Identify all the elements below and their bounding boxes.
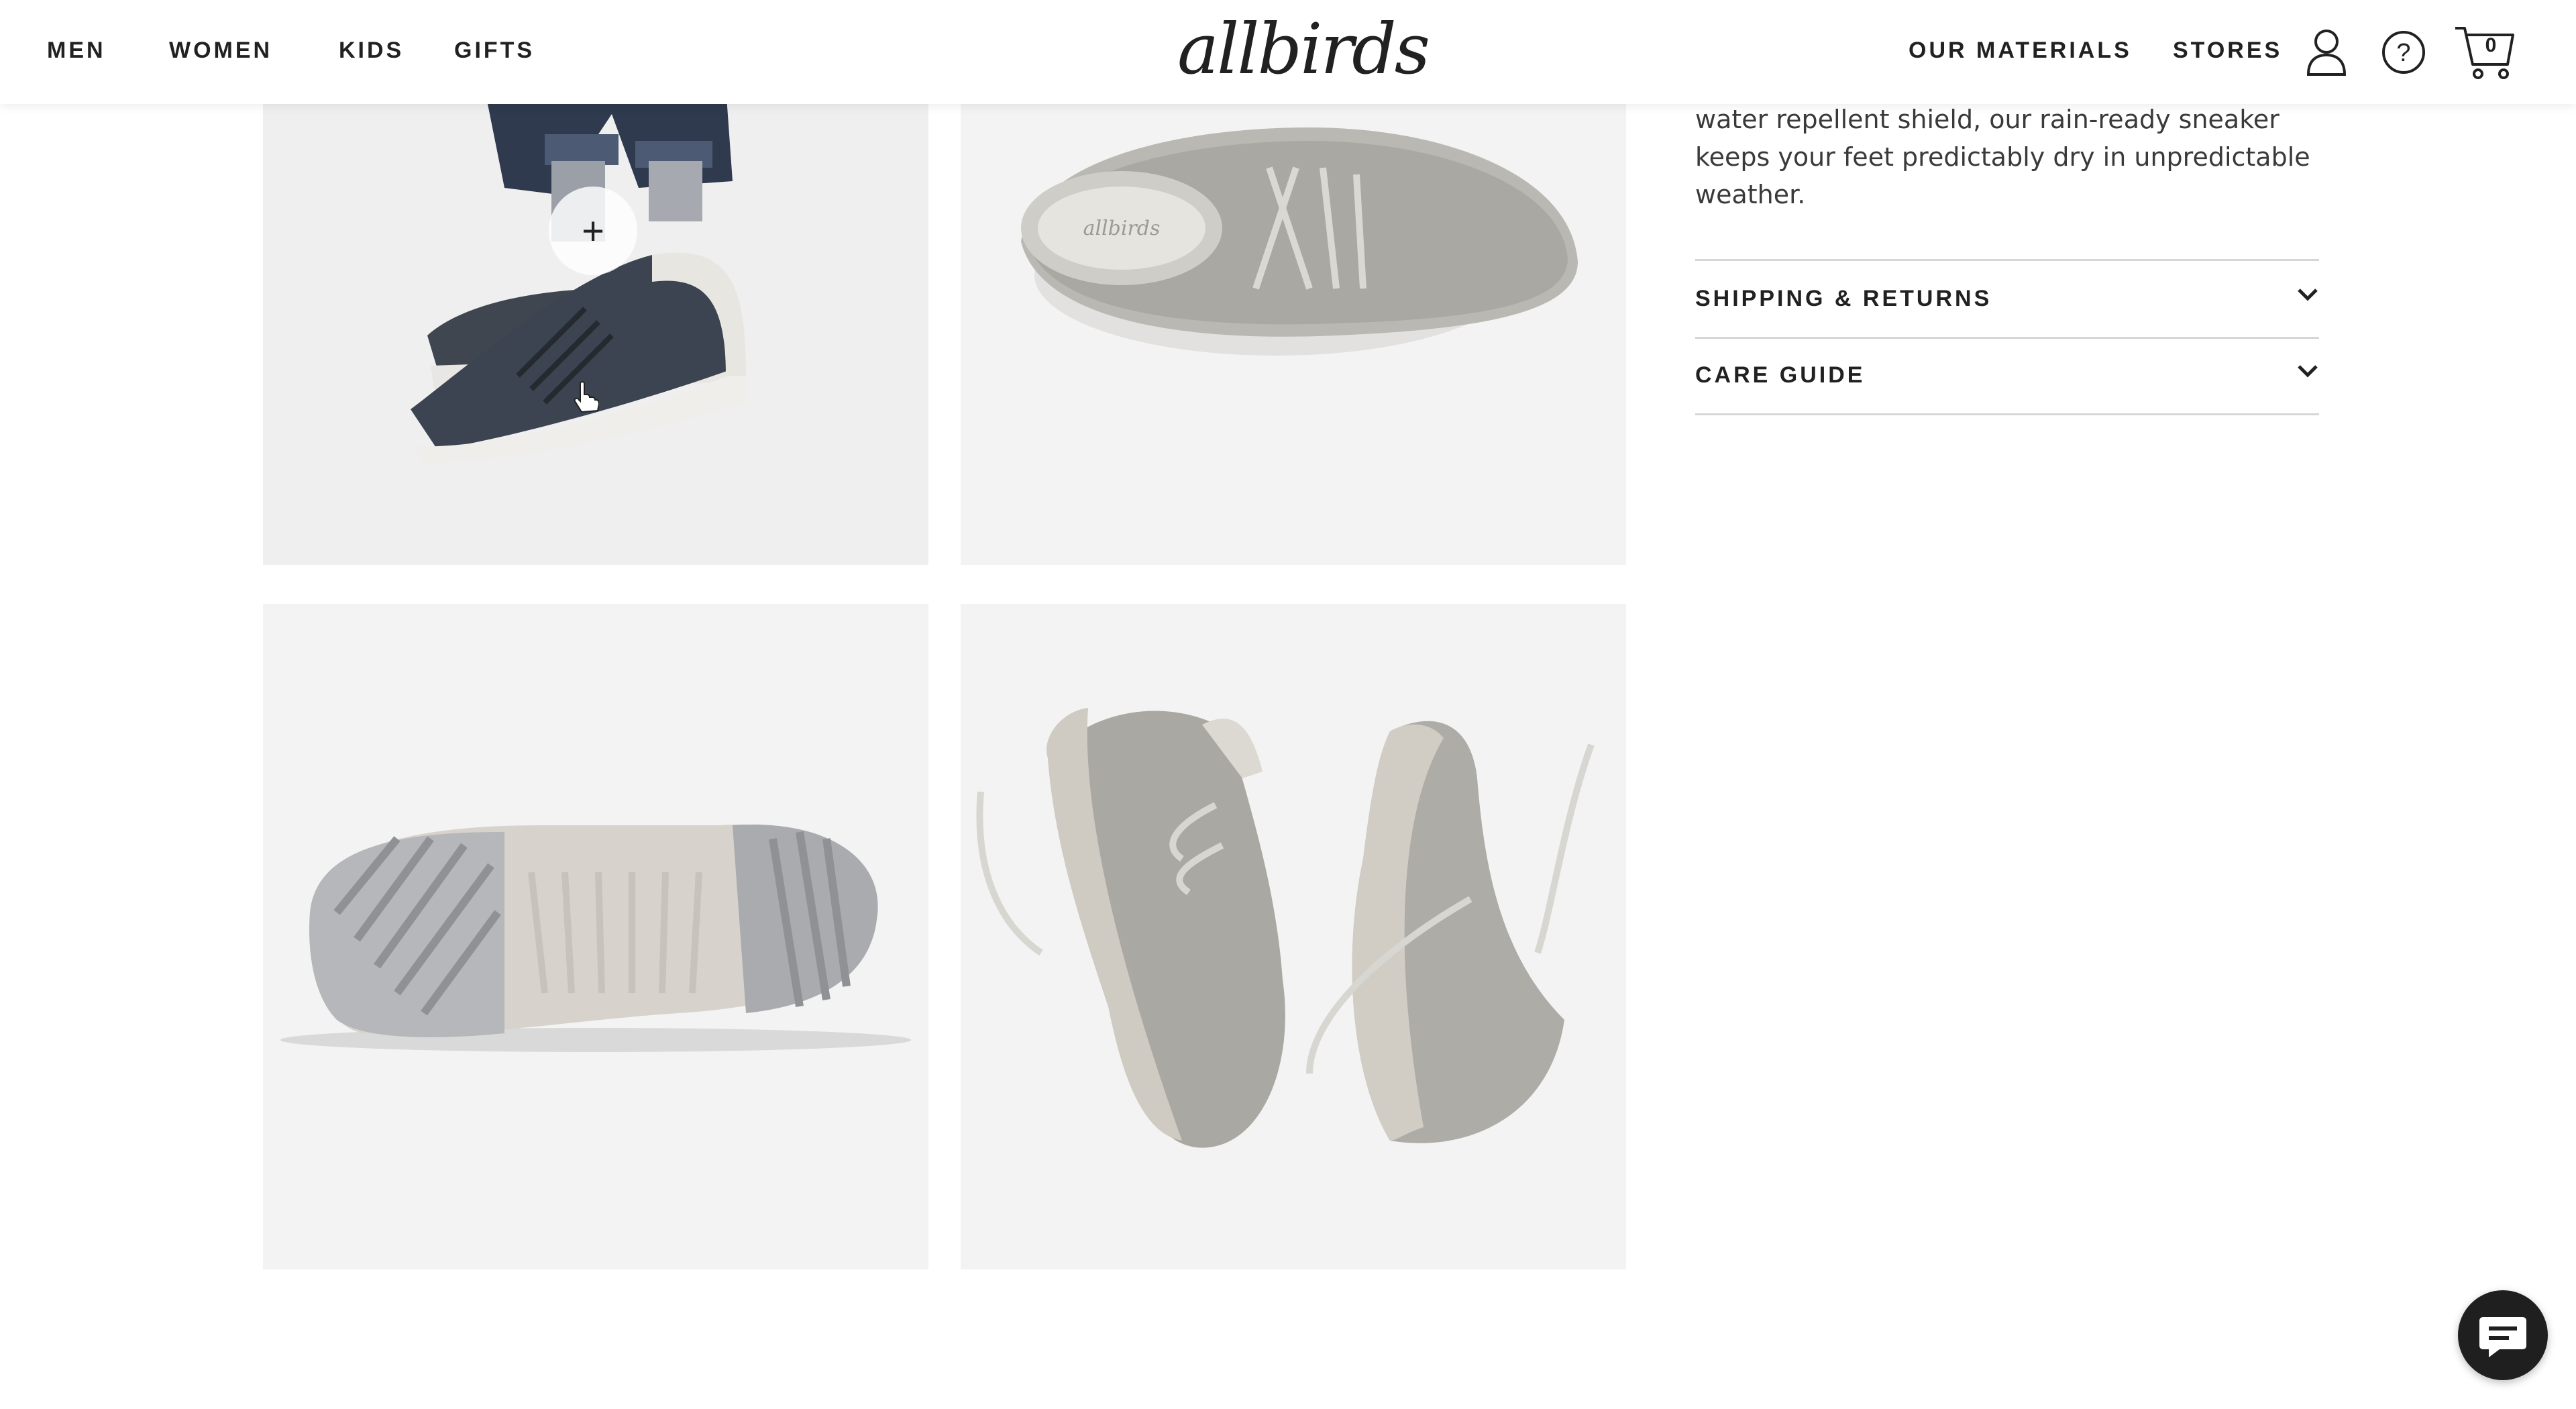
product-image-pair-view[interactable] <box>961 604 1626 1269</box>
divider <box>1695 413 2319 415</box>
zoom-plus-button[interactable]: + <box>549 187 637 275</box>
nav-women[interactable]: WOMEN <box>169 34 272 67</box>
nav-kids[interactable]: KIDS <box>339 34 404 67</box>
product-image-model-wearing[interactable]: + <box>263 87 928 565</box>
site-header: MEN WOMEN KIDS GIFTS allbirds OUR MATERI… <box>0 0 2576 104</box>
cart-count: 0 <box>2485 34 2497 56</box>
chat-icon <box>2479 1317 2526 1357</box>
product-image-sole-view[interactable] <box>263 604 928 1269</box>
product-description: water repellent shield, our rain-ready s… <box>1695 105 2310 209</box>
accordion-label: CARE GUIDE <box>1695 362 1866 388</box>
chevron-down-icon <box>2296 287 2319 305</box>
accordion-shipping-returns[interactable]: SHIPPING & RETURNS <box>1695 263 2319 337</box>
divider <box>1695 337 2319 339</box>
svg-text:?: ? <box>2396 39 2410 67</box>
nav-gifts[interactable]: GIFTS <box>454 34 535 67</box>
chat-button[interactable] <box>2458 1290 2548 1380</box>
accordion-care-guide[interactable]: CARE GUIDE <box>1695 340 2319 413</box>
chevron-down-icon <box>2296 364 2319 382</box>
allbirds-logo[interactable]: allbirds <box>1177 5 1430 93</box>
nav-men[interactable]: MEN <box>47 34 106 67</box>
cart-icon[interactable]: 0 <box>2454 24 2516 81</box>
help-icon[interactable]: ? <box>2381 30 2426 78</box>
accordion-label: SHIPPING & RETURNS <box>1695 286 1992 311</box>
product-image-top-view[interactable]: allbirds <box>961 87 1626 565</box>
divider <box>1695 259 2319 261</box>
nav-our-materials[interactable]: OUR MATERIALS <box>1909 34 2132 67</box>
pointer-cursor-icon <box>572 381 600 417</box>
account-icon[interactable] <box>2306 28 2347 80</box>
plus-icon: + <box>582 209 604 253</box>
svg-text:allbirds: allbirds <box>1083 217 1161 240</box>
nav-stores[interactable]: STORES <box>2173 34 2282 67</box>
